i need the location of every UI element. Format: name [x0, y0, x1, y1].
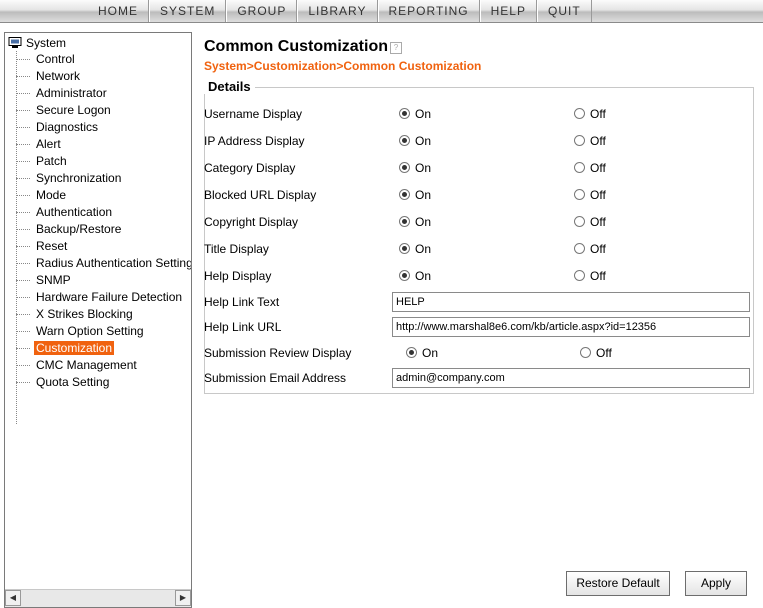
- main-content: Common Customization? System>Customizati…: [196, 32, 763, 608]
- setting-row-submission-email: Submission Email Address: [204, 368, 750, 388]
- sidebar-item-snmp[interactable]: SNMP: [16, 272, 191, 289]
- setting-row-help: Help Display On Off: [204, 266, 744, 286]
- apply-button[interactable]: Apply: [685, 571, 747, 596]
- nav-group[interactable]: GROUP: [226, 0, 298, 22]
- computer-icon: [8, 37, 22, 48]
- sidebar-item-customization[interactable]: Customization: [16, 340, 191, 357]
- setting-row-category: Category Display On Off: [204, 158, 744, 178]
- breadcrumb: System>Customization>Common Customizatio…: [204, 59, 482, 73]
- sidebar-item-backup-restore[interactable]: Backup/Restore: [16, 221, 191, 238]
- sidebar-horizontal-scrollbar[interactable]: ◀ ▶: [5, 589, 191, 607]
- copyright-on-radio[interactable]: On: [399, 212, 431, 232]
- sidebar-item-mode[interactable]: Mode: [16, 187, 191, 204]
- ip-address-on-radio[interactable]: On: [399, 131, 431, 151]
- setting-row-ip-address: IP Address Display On Off: [204, 131, 744, 151]
- submission-review-off-radio[interactable]: Off: [580, 343, 612, 363]
- setting-row-help-link-url: Help Link URL: [204, 317, 750, 337]
- sidebar-item-hardware-failure-detection[interactable]: Hardware Failure Detection: [16, 289, 191, 306]
- submission-review-on-radio[interactable]: On: [406, 343, 438, 363]
- sidebar-item-reset[interactable]: Reset: [16, 238, 191, 255]
- submission-email-input[interactable]: [392, 368, 750, 388]
- sidebar-item-patch[interactable]: Patch: [16, 153, 191, 170]
- nav-help[interactable]: HELP: [479, 0, 537, 22]
- nav-system[interactable]: SYSTEM: [149, 0, 227, 22]
- blocked-url-on-radio[interactable]: On: [399, 185, 431, 205]
- blocked-url-off-radio[interactable]: Off: [574, 185, 606, 205]
- setting-row-copyright: Copyright Display On Off: [204, 212, 744, 232]
- sidebar-item-authentication[interactable]: Authentication: [16, 204, 191, 221]
- nav-home[interactable]: HOME: [88, 0, 149, 22]
- scroll-right-icon[interactable]: ▶: [175, 590, 191, 606]
- sidebar-item-alert[interactable]: Alert: [16, 136, 191, 153]
- tree-root-label: System: [26, 36, 67, 50]
- help-link-text-input[interactable]: [392, 292, 750, 312]
- top-nav-bar: HOME SYSTEM GROUP LIBRARY REPORTING HELP…: [0, 0, 763, 23]
- scroll-left-icon[interactable]: ◀: [5, 590, 21, 606]
- sidebar-item-diagnostics[interactable]: Diagnostics: [16, 119, 191, 136]
- sidebar-item-control[interactable]: Control: [16, 51, 191, 68]
- sidebar-item-administrator[interactable]: Administrator: [16, 85, 191, 102]
- sidebar-item-radius-authentication[interactable]: Radius Authentication Setting: [16, 255, 191, 272]
- setting-row-title: Title Display On Off: [204, 239, 744, 259]
- setting-row-username: Username Display On Off: [204, 104, 744, 124]
- details-legend: Details: [204, 79, 255, 94]
- username-on-radio[interactable]: On: [399, 104, 431, 124]
- category-off-radio[interactable]: Off: [574, 158, 606, 178]
- tree-root-system[interactable]: System: [8, 35, 66, 52]
- nav-reporting[interactable]: REPORTING: [377, 0, 480, 22]
- help-off-radio[interactable]: Off: [574, 266, 606, 286]
- help-link-url-input[interactable]: [392, 317, 750, 337]
- help-on-radio[interactable]: On: [399, 266, 431, 286]
- sidebar-item-x-strikes-blocking[interactable]: X Strikes Blocking: [16, 306, 191, 323]
- sidebar-item-secure-logon[interactable]: Secure Logon: [16, 102, 191, 119]
- sidebar-item-quota-setting[interactable]: Quota Setting: [16, 374, 191, 391]
- help-icon[interactable]: ?: [390, 42, 402, 54]
- setting-row-blocked-url: Blocked URL Display On Off: [204, 185, 744, 205]
- sidebar-tree: System Control Network Administrator Sec…: [4, 32, 192, 608]
- setting-row-submission-review: Submission Review Display On Off: [204, 343, 744, 363]
- restore-default-button[interactable]: Restore Default: [566, 571, 670, 596]
- nav-library[interactable]: LIBRARY: [297, 0, 378, 22]
- username-off-radio[interactable]: Off: [574, 104, 606, 124]
- sidebar-item-network[interactable]: Network: [16, 68, 191, 85]
- title-off-radio[interactable]: Off: [574, 239, 606, 259]
- page-title: Common Customization?: [204, 38, 402, 56]
- setting-row-help-link-text: Help Link Text: [204, 292, 750, 312]
- sidebar-item-synchronization[interactable]: Synchronization: [16, 170, 191, 187]
- nav-quit[interactable]: QUIT: [536, 0, 592, 22]
- sidebar-item-cmc-management[interactable]: CMC Management: [16, 357, 191, 374]
- ip-address-off-radio[interactable]: Off: [574, 131, 606, 151]
- sidebar-item-warn-option-setting[interactable]: Warn Option Setting: [16, 323, 191, 340]
- category-on-radio[interactable]: On: [399, 158, 431, 178]
- title-on-radio[interactable]: On: [399, 239, 431, 259]
- copyright-off-radio[interactable]: Off: [574, 212, 606, 232]
